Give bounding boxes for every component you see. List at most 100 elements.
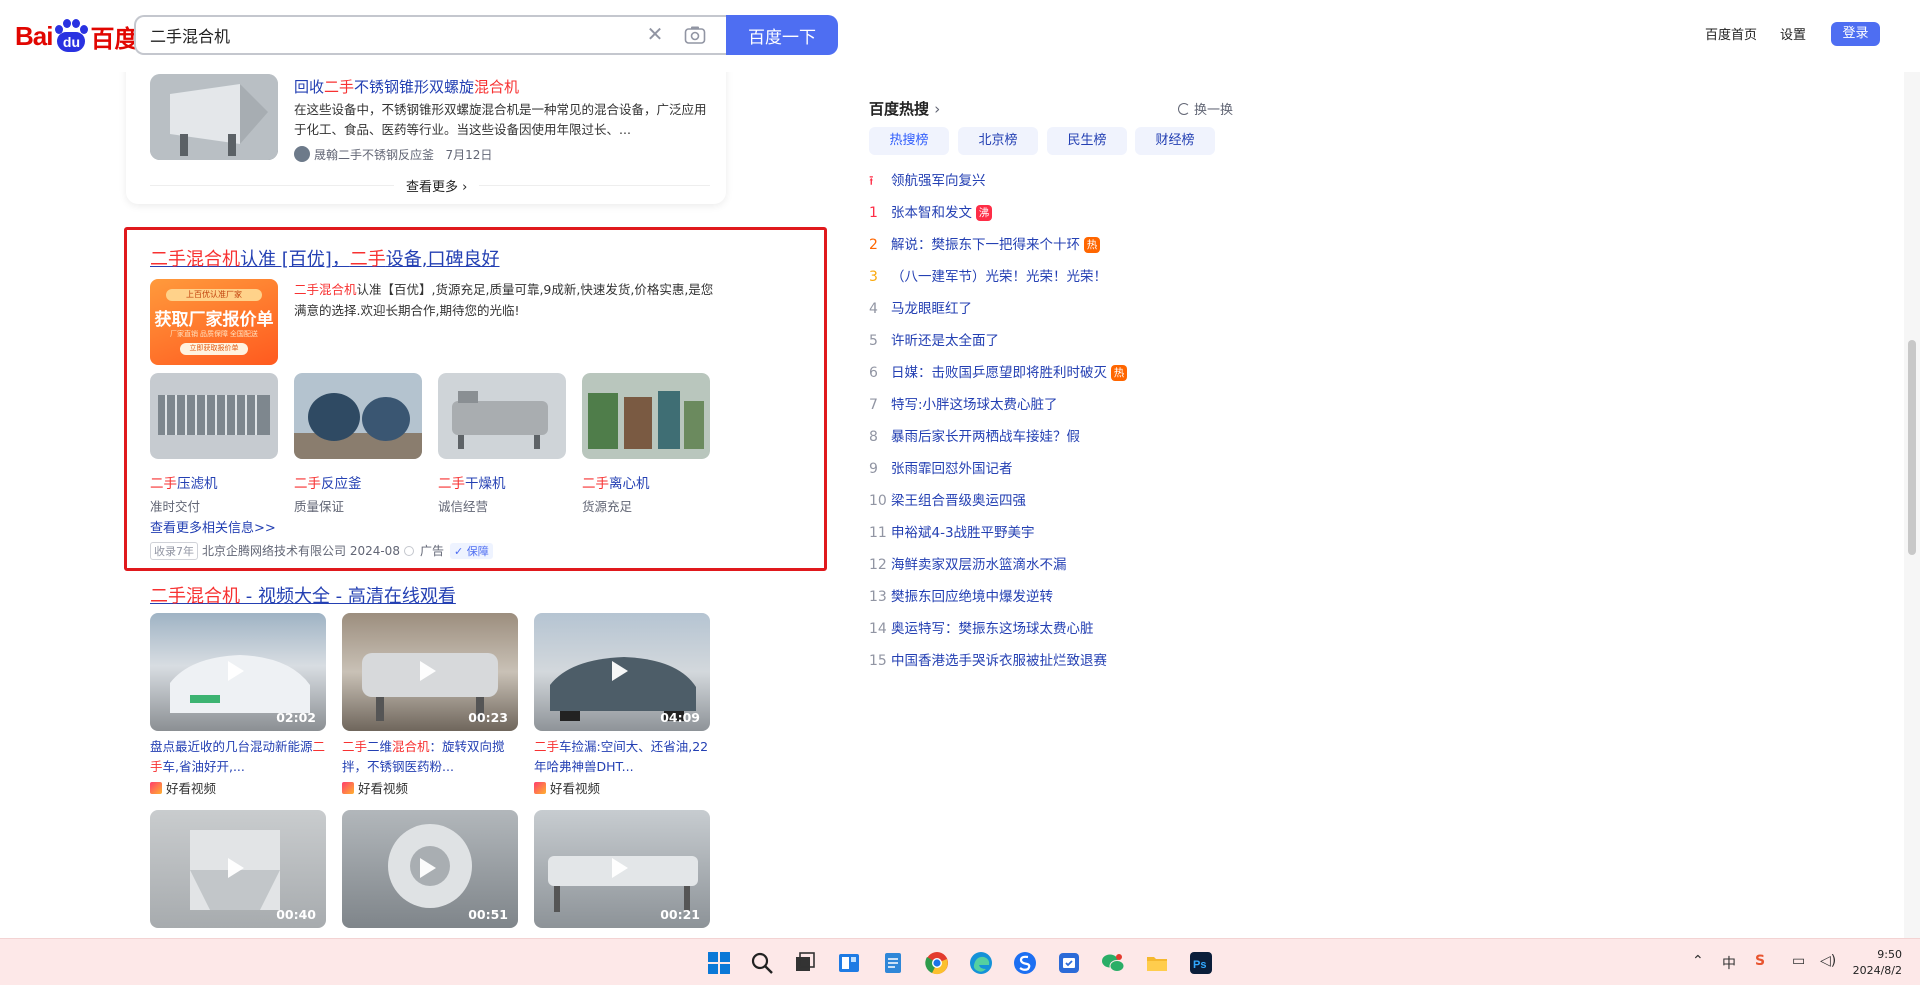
hot-item-text: 特写:小胖这场球太费心脏了: [891, 397, 1058, 413]
input-method-indicator[interactable]: 中: [1722, 953, 1736, 973]
close-icon[interactable]: ✕: [646, 25, 664, 45]
scrollbar-thumb[interactable]: [1908, 340, 1916, 555]
play-icon: [228, 661, 244, 681]
settings-link[interactable]: 设置: [1780, 24, 1806, 43]
hot-item[interactable]: 7 特写:小胖这场球太费心脏了: [869, 393, 1058, 413]
hot-item[interactable]: 6 日媒：击败国乒愿望即将胜利时破灭热: [869, 361, 1127, 381]
scrollbar[interactable]: [1904, 0, 1920, 938]
camera-icon[interactable]: [684, 25, 706, 45]
play-icon: [228, 858, 244, 878]
hot-item[interactable]: 13 樊振东回应绝境中爆发逆转: [869, 585, 1053, 605]
hot-rank: 12: [869, 557, 887, 573]
hot-item[interactable]: 10 梁王组合晋级奥运四强: [869, 489, 1026, 509]
taskbar: Ps ⌃ 中 S ▭ ◁) 9:50 2024/8/2: [0, 938, 1920, 985]
result-description: 在这些设备中，不锈钢锥形双螺旋混合机是一种常见的混合设备，广泛应用于化工、食品、…: [294, 102, 707, 137]
product-image: [582, 373, 710, 459]
result-thumbnail[interactable]: [150, 74, 278, 160]
tab-livelihood[interactable]: 民生榜: [1047, 127, 1127, 155]
hot-item[interactable]: 2 解说：樊振东下一把得来个十环热: [869, 233, 1100, 253]
widgets-icon[interactable]: [837, 951, 861, 975]
hot-item-text: 张雨霏回怼外国记者: [891, 461, 1013, 477]
volume-icon[interactable]: ◁): [1820, 953, 1836, 969]
info-icon[interactable]: [403, 546, 414, 556]
search-icon[interactable]: [750, 951, 774, 975]
svg-text:Ps: Ps: [1193, 959, 1206, 971]
ad-product-item[interactable]: 二手干燥机 诚信经营: [438, 373, 566, 515]
video-card[interactable]: 00:51: [342, 810, 518, 928]
ad-product-item[interactable]: 二手反应釜 质量保证: [294, 373, 422, 515]
hot-item-text: 日媒：击败国乒愿望即将胜利时破灭: [891, 365, 1107, 381]
video-card[interactable]: 00:40: [150, 810, 326, 928]
notepad-icon[interactable]: [881, 951, 905, 975]
guarantee-badge[interactable]: ✓ 保障: [449, 543, 493, 559]
hot-item-text: 张本智和发文: [891, 205, 972, 221]
view-more-link[interactable]: 查看更多 ›: [394, 176, 480, 195]
wechat-icon[interactable]: [1101, 951, 1125, 975]
hot-item[interactable]: 9 张雨霏回怼外国记者: [869, 457, 1013, 477]
sogou-input-icon[interactable]: S: [1755, 953, 1765, 969]
hot-item[interactable]: 5 许昕还是太全面了: [869, 329, 999, 349]
folder-icon[interactable]: [1145, 951, 1169, 975]
haokan-icon: [534, 782, 546, 794]
hot-item[interactable]: 4 马龙眼眶红了: [869, 297, 972, 317]
hot-item[interactable]: 11 申裕斌4-3战胜平野美宇: [869, 521, 1035, 541]
login-button[interactable]: 登录: [1831, 22, 1880, 46]
photoshop-icon[interactable]: Ps: [1189, 951, 1213, 975]
security-app-icon[interactable]: [1057, 951, 1081, 975]
baidu-logo[interactable]: Bai du 百度: [15, 17, 138, 55]
ad-product-item[interactable]: 二手压滤机 准时交付: [150, 373, 278, 515]
video-card[interactable]: 00:23 二手二维混合机：旋转双向搅拌，不锈钢医药粉... 好看视频: [342, 613, 518, 797]
hot-item[interactable]: 15 中国香港选手哭诉衣服被扯烂致退赛: [869, 649, 1107, 669]
system-clock[interactable]: 9:50 2024/8/2: [1850, 947, 1902, 979]
search-box: ✕: [134, 15, 726, 55]
play-icon: [612, 858, 628, 878]
ad-product-item[interactable]: 二手离心机 货源充足: [582, 373, 710, 515]
indexed-badge: 收录7年: [150, 542, 198, 560]
refresh-button[interactable]: 换一换: [1178, 99, 1233, 118]
tab-hot[interactable]: 热搜榜: [869, 127, 949, 155]
hot-rank: 11: [869, 525, 887, 541]
hot-item-pinned[interactable]: ⭱ 领航强军向复兴: [869, 169, 986, 194]
hot-item-text: 许昕还是太全面了: [891, 333, 999, 349]
hot-item[interactable]: 1 张本智和发文沸: [869, 201, 992, 221]
avatar: [294, 146, 310, 162]
play-icon: [612, 661, 628, 681]
hot-rank: 14: [869, 621, 887, 637]
video-card[interactable]: 00:21: [534, 810, 710, 928]
windows-start-icon[interactable]: [707, 951, 731, 975]
home-link[interactable]: 百度首页: [1705, 24, 1757, 43]
hot-item[interactable]: 14 奥运特写：樊振东这场球太费心脏: [869, 617, 1094, 637]
video-section-title[interactable]: 二手混合机 - 视频大全 - 高清在线观看: [150, 582, 456, 608]
network-icon[interactable]: ▭: [1792, 953, 1805, 969]
hot-item-text: 奥运特写：樊振东这场球太费心脏: [891, 621, 1094, 637]
hot-item-text: 解说：樊振东下一把得来个十环: [891, 237, 1080, 253]
result-title-link[interactable]: 回收二手不锈钢锥形双螺旋混合机: [294, 76, 519, 97]
video-card[interactable]: 04:09 二手车捡漏:空间大、还省油,22年哈弗神兽DHT... 好看视频: [534, 613, 710, 797]
video-card[interactable]: 02:02 盘点最近收的几台混动新能源二手车,省油好开,... 好看视频: [150, 613, 326, 797]
tab-beijing[interactable]: 北京榜: [958, 127, 1038, 155]
hot-item-text: 樊振东回应绝境中爆发逆转: [891, 589, 1053, 605]
hot-item[interactable]: 12 海鲜卖家双层沥水篮滴水不漏: [869, 553, 1067, 573]
hot-item[interactable]: 8 暴雨后家长开两栖战车接娃？假: [869, 425, 1080, 445]
ad-more-link[interactable]: 查看更多相关信息>>: [150, 517, 276, 536]
hot-tag-badge: 热: [1111, 365, 1127, 381]
chrome-icon[interactable]: [925, 951, 949, 975]
edge-icon[interactable]: [969, 951, 993, 975]
result-source[interactable]: 晟翰二手不锈钢反应釜 7月12日: [294, 146, 492, 163]
search-input[interactable]: [150, 24, 630, 46]
hot-item-text: 海鲜卖家双层沥水篮滴水不漏: [891, 557, 1067, 573]
product-image: [438, 373, 566, 459]
ad-title-link[interactable]: 二手混合机认准 [百优]，二手设备,口碑良好: [150, 245, 500, 271]
hot-rank: 2: [869, 237, 878, 253]
hot-search-title[interactable]: 百度热搜 ›: [869, 98, 940, 119]
product-image: [150, 373, 278, 459]
hot-item-text: 梁王组合晋级奥运四强: [891, 493, 1026, 509]
chevron-up-icon[interactable]: ⌃: [1692, 953, 1704, 969]
ad-banner-image[interactable]: 上百优认准厂家 获取厂家报价单 厂家直销 品质保障 全国配送 立即获取报价单: [150, 279, 278, 365]
task-view-icon[interactable]: [793, 951, 817, 975]
tab-finance[interactable]: 财经榜: [1135, 127, 1215, 155]
sogou-browser-icon[interactable]: [1013, 951, 1037, 975]
search-button[interactable]: 百度一下: [726, 15, 838, 55]
ad-meta: 收录7年 北京企腾网络技术有限公司 2024-08 广告 ✓ 保障: [150, 542, 493, 560]
hot-item[interactable]: 3 （八一建军节）光荣！光荣！光荣！: [869, 265, 1107, 285]
